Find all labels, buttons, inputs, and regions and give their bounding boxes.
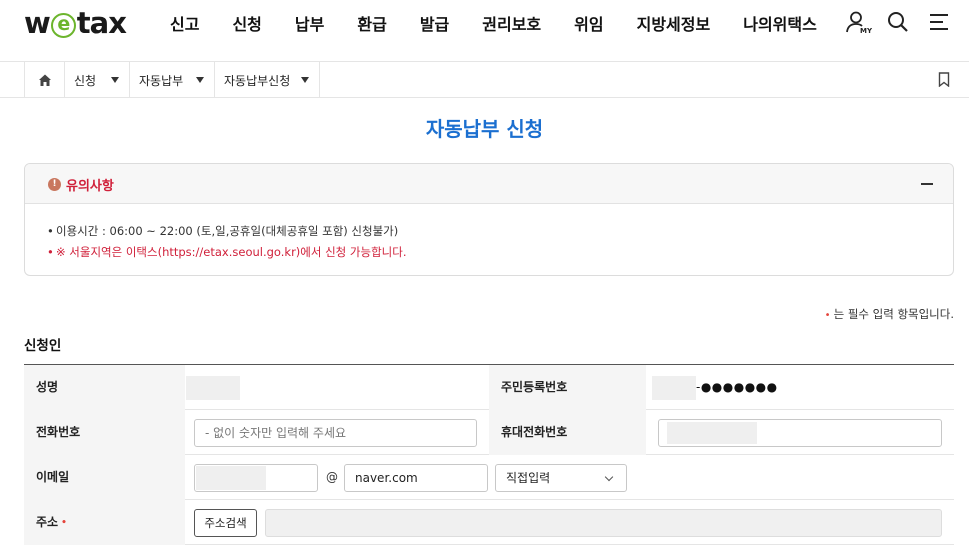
menu-icon[interactable] [927,10,951,34]
nav-item-delegate[interactable]: 위임 [574,11,603,35]
notice-body: 이용시간 : 06:00 ~ 22:00 (토,일,공휴일(대체공휴일 포함) … [25,204,953,263]
breadcrumb-item-apply[interactable]: 신청 [65,62,130,98]
applicant-form: 성명 주민등록번호 -●●●●●●● 전화번호 - 없이 숫자만 입력해 주세요… [24,364,954,545]
nav-item-report[interactable]: 신고 [170,11,199,35]
main-nav: 신고 신청 납부 환급 발급 권리보호 위임 지방세정보 나의위택스 [152,11,817,35]
nav-item-refund[interactable]: 환급 [357,11,386,35]
nav-item-rights[interactable]: 권리보호 [482,11,541,35]
phone-input[interactable]: - 없이 숫자만 입력해 주세요 [194,419,477,447]
section-title: 신청인 [24,338,62,354]
rrn-front-masked [652,376,696,400]
wetax-logo[interactable]: w e tax [24,6,127,40]
warning-icon: ! [48,178,61,191]
email-domain-input[interactable]: naver.com [344,464,488,492]
breadcrumb-label: 자동납부 [139,73,184,88]
breadcrumb-label: 자동납부신청 [224,73,291,88]
nav-item-local-tax-info[interactable]: 지방세정보 [637,11,711,35]
email-at-sign: @ [326,470,338,484]
search-icon[interactable] [886,10,910,34]
notice-header[interactable]: ! 유의사항 [25,164,953,204]
caret-down-icon [111,77,119,83]
caret-down-icon [301,77,309,83]
user-icon[interactable]: MY [845,10,873,35]
address-label: 주소 • [24,500,185,545]
phone-label: 전화번호 [24,410,185,455]
required-note: • 는 필수 입력 항목입니다. [825,306,954,322]
required-dot-icon: • [61,518,67,528]
notice-title: 유의사항 [66,179,114,194]
mobile-input[interactable] [658,419,942,447]
rrn-label: 주민등록번호 [489,365,646,410]
rrn-back-masked: -●●●●●●● [696,380,778,394]
form-row-address: 주소 • 주소검색 [24,500,954,545]
nav-item-my-wetax[interactable]: 나의위택스 [743,11,817,35]
site-header: w e tax 신고 신청 납부 환급 발급 권리보호 위임 지방세정보 나의위택스… [0,0,969,62]
address-field[interactable] [265,509,942,537]
address-search-button[interactable]: 주소검색 [194,509,257,537]
form-row-name: 성명 주민등록번호 -●●●●●●● [24,365,954,410]
notice-line-seoul: ※ 서울지역은 이택스(https://etax.seoul.go.kr)에서 … [47,242,953,263]
required-note-text: 는 필수 입력 항목입니다. [833,307,954,321]
caret-down-icon [196,77,204,83]
breadcrumb-label: 신청 [74,73,97,88]
nav-item-issue[interactable]: 발급 [420,11,449,35]
form-row-phone: 전화번호 - 없이 숫자만 입력해 주세요 휴대전화번호 [24,410,954,455]
required-dot-icon: • [824,310,831,321]
breadcrumb-item-autopay-apply[interactable]: 자동납부신청 [215,62,320,98]
nav-item-pay[interactable]: 납부 [295,11,324,35]
collapse-icon[interactable] [921,183,933,185]
email-id-input[interactable] [194,464,318,492]
home-icon[interactable] [24,62,65,98]
breadcrumb: 신청 자동납부 자동납부신청 [0,62,969,98]
breadcrumb-item-autopay[interactable]: 자동납부 [130,62,215,98]
bookmark-icon[interactable] [938,72,950,91]
form-row-email: 이메일 @ naver.com 직접입력 [24,455,954,500]
email-select-value: 직접입력 [506,471,551,485]
notice-panel: ! 유의사항 이용시간 : 06:00 ~ 22:00 (토,일,공휴일(대체공… [24,163,954,276]
email-domain-select[interactable]: 직접입력 [495,464,627,492]
notice-line-hours: 이용시간 : 06:00 ~ 22:00 (토,일,공휴일(대체공휴일 포함) … [47,221,953,242]
name-value-masked [186,376,240,400]
email-id-masked [196,466,266,490]
mobile-label: 휴대전화번호 [489,410,646,455]
name-label: 성명 [24,365,185,410]
nav-item-apply[interactable]: 신청 [232,11,261,35]
my-label: MY [860,27,873,35]
header-icon-group: MY [828,10,951,35]
page-title: 자동납부 신청 [425,117,544,141]
email-label: 이메일 [24,455,185,500]
mobile-value-masked [667,422,757,444]
chevron-down-icon [604,472,614,482]
